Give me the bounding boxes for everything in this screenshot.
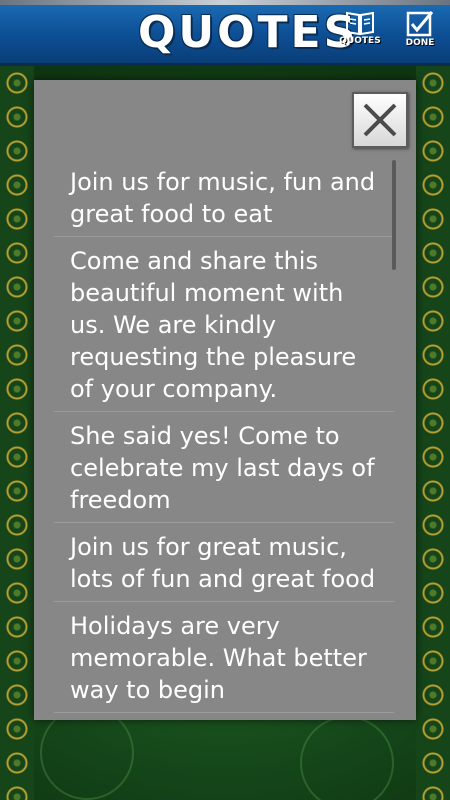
close-button[interactable] (352, 92, 408, 148)
decorative-ring (40, 706, 134, 800)
list-scrollbar[interactable] (392, 160, 396, 270)
quote-item[interactable]: Come and share this beautiful moment wit… (54, 237, 394, 412)
checkbox-icon (406, 11, 434, 37)
quotes-button[interactable]: QUOTES (336, 10, 384, 60)
right-ornament-border (416, 66, 450, 800)
quote-item[interactable]: Holidays are very memorable. What better… (54, 602, 394, 713)
book-icon (346, 11, 374, 36)
page-title: QUOTES (138, 7, 359, 58)
done-button[interactable]: DONE (396, 10, 444, 60)
decorative-ring (300, 716, 394, 800)
left-ornament-border (0, 66, 34, 800)
app-header: QUOTES QUOTES DONE (0, 0, 450, 66)
quote-item[interactable]: Join us for music, fun and great food to… (54, 158, 394, 237)
quote-item[interactable]: Join us for great music, lots of fun and… (54, 523, 394, 602)
quotes-list[interactable]: Join us for music, fun and great food to… (54, 158, 394, 720)
quotes-dialog: Join us for music, fun and great food to… (34, 80, 416, 720)
done-button-label: DONE (405, 38, 435, 48)
quotes-button-label: QUOTES (339, 36, 381, 46)
close-icon (363, 103, 397, 137)
quote-item[interactable]: She said yes! Come to celebrate my last … (54, 412, 394, 523)
